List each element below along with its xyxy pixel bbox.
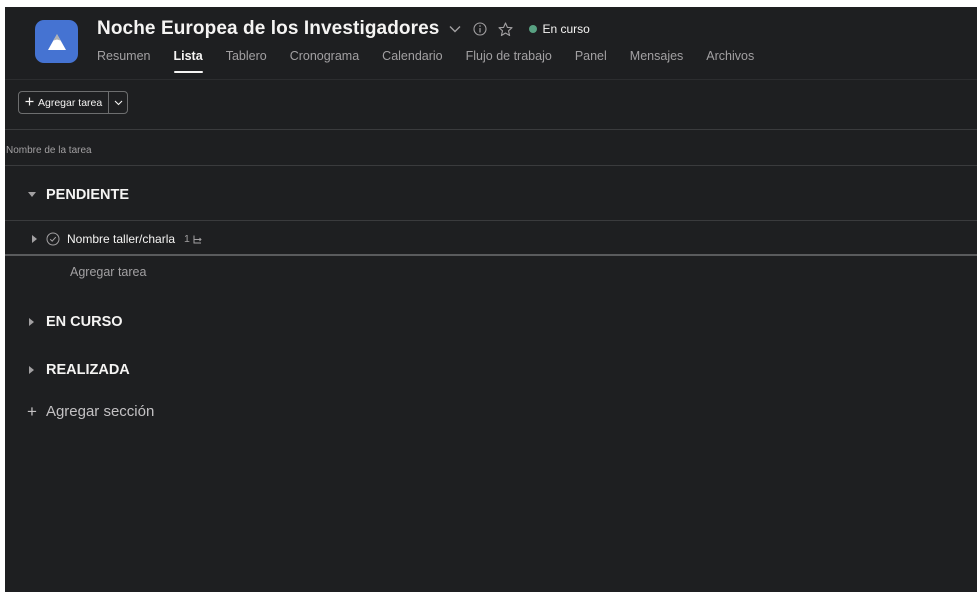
project-title[interactable]: Noche Europea de los Investigadores: [97, 18, 439, 40]
add-section-label: Agregar sección: [45, 403, 155, 420]
info-icon[interactable]: [471, 20, 489, 38]
tab-calendario[interactable]: Calendario: [382, 48, 453, 74]
tab-tablero[interactable]: Tablero: [226, 48, 278, 74]
section-pendiente[interactable]: PENDIENTE: [5, 178, 977, 212]
task-row-divider: [5, 220, 977, 221]
status-dot: [529, 25, 538, 33]
tab-panel[interactable]: Panel: [575, 48, 618, 74]
tab-lista[interactable]: Lista: [173, 48, 214, 74]
status-label: En curso: [542, 22, 590, 36]
tab-resumen[interactable]: Resumen: [97, 48, 162, 74]
add-section-button[interactable]: + Agregar sección: [27, 403, 154, 420]
complete-task-checkbox[interactable]: [46, 232, 60, 246]
task-row[interactable]: Nombre taller/charla 1: [5, 223, 977, 255]
section-title: PENDIENTE: [46, 187, 129, 203]
check-circle-icon: [46, 232, 60, 246]
tab-archivos[interactable]: Archivos: [706, 48, 765, 74]
add-task-label: Agregar tarea: [38, 96, 103, 109]
mountain-icon: [47, 33, 66, 50]
chevron-down-icon[interactable]: [446, 20, 464, 38]
status-badge[interactable]: En curso: [529, 22, 590, 36]
subtask-count[interactable]: 1: [184, 233, 204, 245]
caret-right-icon[interactable]: [26, 364, 38, 376]
tab-flujo-de-trabajo[interactable]: Flujo de trabajo: [466, 48, 563, 74]
plus-icon: [25, 97, 34, 109]
add-task-button[interactable]: Agregar tarea: [19, 92, 108, 113]
add-task-inline-link[interactable]: Agregar tarea: [70, 265, 146, 279]
add-task-dropdown-button[interactable]: [108, 92, 127, 113]
list-divider: [5, 165, 977, 166]
column-header-task-name[interactable]: Nombre de la tarea: [6, 145, 92, 156]
task-name[interactable]: Nombre taller/charla: [67, 232, 175, 246]
add-task-button-group: Agregar tarea: [18, 91, 129, 114]
header-divider: [5, 79, 977, 80]
project-header: Noche Europea de los Investigadores En c…: [5, 7, 977, 77]
list-divider: [5, 129, 977, 130]
section-realizada[interactable]: REALIZADA: [5, 353, 977, 387]
section-title: REALIZADA: [46, 362, 130, 378]
section-title: EN CURSO: [46, 314, 123, 330]
plus-icon: +: [27, 402, 37, 421]
tab-mensajes[interactable]: Mensajes: [630, 48, 695, 74]
section-en-curso[interactable]: EN CURSO: [5, 305, 977, 339]
subtask-icon: [193, 235, 202, 243]
caret-down-icon[interactable]: [26, 189, 38, 201]
app-window: Noche Europea de los Investigadores En c…: [5, 7, 977, 592]
caret-right-icon[interactable]: [26, 316, 38, 328]
chevron-down-icon: [114, 100, 123, 105]
star-icon[interactable]: [496, 20, 514, 38]
tab-cronograma[interactable]: Cronograma: [290, 48, 370, 74]
subtask-count-value: 1: [184, 233, 190, 245]
project-tabs: Resumen Lista Tablero Cronograma Calenda…: [97, 48, 777, 74]
task-row-divider: [5, 254, 977, 256]
caret-right-icon[interactable]: [30, 234, 40, 244]
title-row: Noche Europea de los Investigadores En c…: [97, 16, 590, 42]
project-icon[interactable]: [35, 20, 78, 63]
